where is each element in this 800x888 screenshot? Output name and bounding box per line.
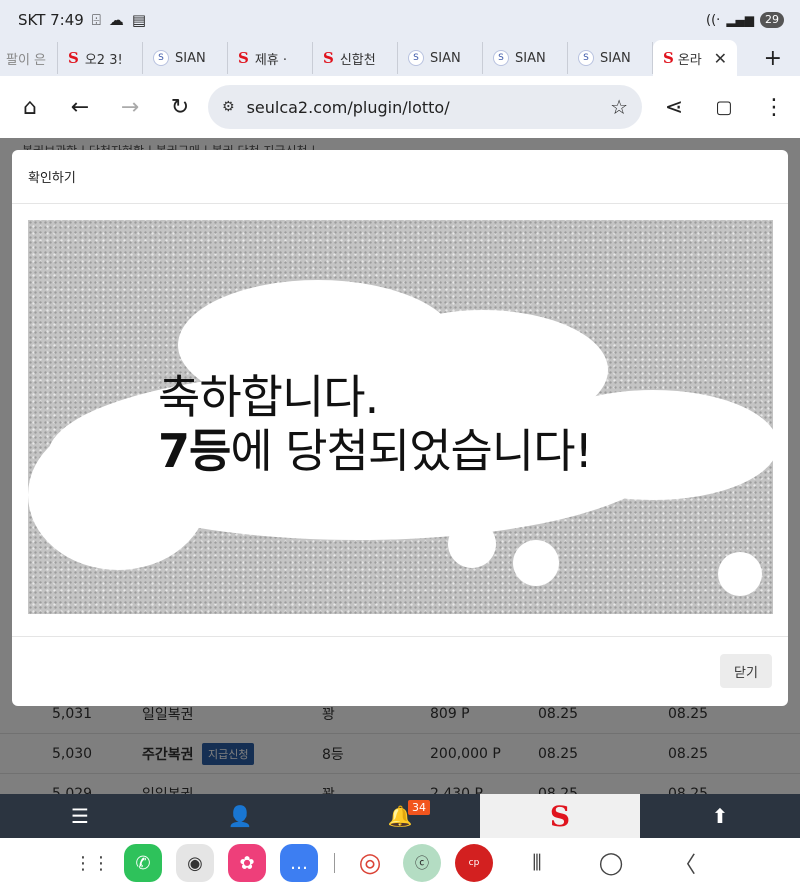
modal-footer: 닫기 (12, 636, 788, 706)
browser-tab[interactable]: S SIAN (568, 42, 653, 74)
s-logo-icon: S (68, 49, 79, 67)
s-logo-icon: S (323, 49, 334, 67)
divider (334, 853, 335, 873)
app-drawer-icon[interactable]: ⋮⋮ (74, 853, 110, 874)
new-tab-button[interactable]: + (764, 46, 782, 71)
camera-app-icon[interactable]: ◉ (176, 844, 214, 882)
browser-tab[interactable]: S 제휴 · (228, 42, 313, 74)
modal-header: 확인하기 (12, 150, 788, 204)
user-icon[interactable]: 👤 (160, 794, 320, 838)
tab-strip: 팔이 은 S 오2 3! S SIAN S 제휴 · S 신합천 S SIAN S SIAN… (0, 40, 800, 76)
browser-tab[interactable]: S SIAN (143, 42, 228, 74)
recents-icon[interactable]: ⦀ (507, 851, 567, 876)
tab-switcher-icon[interactable]: ▢ (706, 89, 742, 125)
carrier-time: SKT 7:49 (18, 11, 84, 29)
sian-icon: S (153, 50, 169, 66)
site-bottom-nav: ☰ 👤 🔔 34 S ⬆ (0, 794, 800, 838)
sian-icon: S (493, 50, 509, 66)
phone-app-icon[interactable]: ✆ (124, 844, 162, 882)
scratched-area (448, 520, 496, 568)
close-tab-icon[interactable]: ✕ (714, 49, 727, 68)
gallery-app-icon[interactable]: ✿ (228, 844, 266, 882)
wifi-icon: ((· (706, 12, 721, 28)
screenshot-icon: ⌹ (91, 11, 101, 29)
back-icon[interactable]: ← (62, 89, 98, 125)
browser-tab[interactable]: 팔이 은 (0, 42, 58, 74)
browser-tab[interactable]: S 오2 3! (58, 42, 143, 74)
s-logo-icon: S (238, 49, 249, 67)
prize-line-rest: 에 당첨되었습니다! (230, 424, 593, 478)
close-button[interactable]: 닫기 (720, 654, 772, 688)
messages-app-icon[interactable]: … (280, 844, 318, 882)
site-logo-icon[interactable]: S (480, 794, 640, 838)
menu-icon[interactable]: ☰ (0, 794, 160, 838)
reload-icon[interactable]: ↻ (162, 89, 198, 125)
sian-icon: S (408, 50, 424, 66)
back-button-icon[interactable]: 〈 (655, 847, 715, 879)
s-logo-icon: S (663, 49, 674, 67)
coupang-app-icon[interactable]: cp (455, 844, 493, 882)
forward-icon[interactable]: → (112, 89, 148, 125)
share-icon[interactable]: ⋖ (656, 89, 692, 125)
chrome-app-icon[interactable]: ◎ (351, 844, 389, 882)
cloud-icon: ☁ (108, 11, 124, 29)
scratch-card[interactable]: 축하합니다. 7등에 당첨되었습니다! (28, 220, 773, 614)
result-modal: 확인하기 축하합니다. 7등에 당첨되었습니다! 닫기 (12, 150, 788, 706)
browser-tab[interactable]: S 신합천 (313, 42, 398, 74)
scroll-top-icon[interactable]: ⬆ (640, 794, 800, 838)
scratched-area (513, 540, 559, 586)
sian-icon: S (578, 50, 594, 66)
home-button-icon[interactable]: ◯ (581, 851, 641, 876)
system-nav-bar: ⋮⋮ ✆ ◉ ✿ … ◎ ⓒ cp ⦀ ◯ 〈 (0, 838, 800, 888)
prize-message: 축하합니다. 7등에 당첨되었습니다! (158, 370, 593, 478)
notification-count: 34 (408, 800, 430, 815)
browser-tab-active[interactable]: S 온라 ✕ (653, 40, 737, 76)
more-menu-icon[interactable]: ⋮ (756, 89, 792, 125)
address-bar[interactable]: ⚙ seulca2.com/plugin/lotto/ ☆ (208, 85, 642, 129)
status-bar: SKT 7:49 ⌹ ☁ ▤ ((· ▂▄▆ 29 (0, 0, 800, 40)
signal-icon: ▂▄▆ (726, 13, 754, 27)
coin-app-icon[interactable]: ⓒ (403, 844, 441, 882)
url-text[interactable]: seulca2.com/plugin/lotto/ (247, 98, 611, 117)
home-icon[interactable]: ⌂ (12, 89, 48, 125)
calendar-icon: ▤ (131, 11, 147, 29)
battery-indicator: 29 (760, 12, 784, 28)
browser-tab[interactable]: S SIAN (483, 42, 568, 74)
modal-title: 확인하기 (28, 171, 76, 186)
site-settings-icon[interactable]: ⚙ (222, 99, 235, 115)
scratched-area (718, 552, 762, 596)
bookmark-star-icon[interactable]: ☆ (610, 95, 628, 119)
browser-tab[interactable]: S SIAN (398, 42, 483, 74)
bell-icon[interactable]: 🔔 34 (320, 794, 480, 838)
prize-rank: 7등 (158, 424, 231, 478)
congrats-line: 축하합니다. (158, 370, 379, 424)
browser-toolbar: ⌂ ← → ↻ ⚙ seulca2.com/plugin/lotto/ ☆ ⋖ … (0, 76, 800, 138)
